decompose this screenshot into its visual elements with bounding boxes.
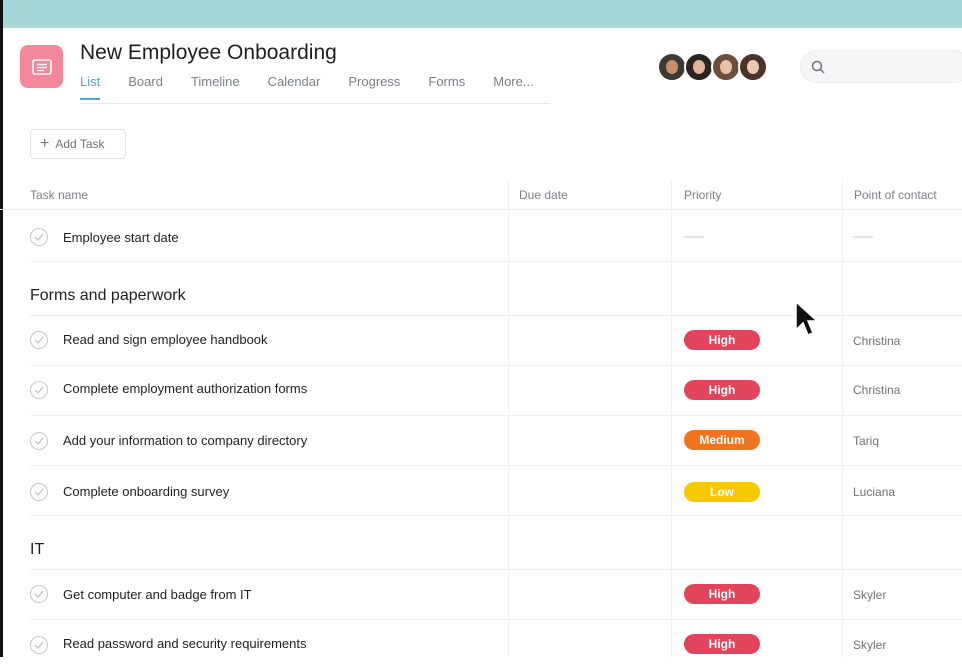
table-row[interactable]: Get computer and badge from IT High Skyl… (0, 570, 962, 620)
search-bar[interactable] (800, 50, 962, 83)
task-name[interactable]: Complete onboarding survey (63, 484, 229, 499)
task-name[interactable]: Get computer and badge from IT (63, 587, 252, 602)
top-banner (0, 0, 962, 28)
contact-name[interactable]: Skyler (853, 638, 886, 652)
contact-name[interactable]: Tariq (853, 434, 879, 448)
complete-checkbox[interactable] (30, 636, 48, 654)
table-row[interactable]: Complete onboarding survey Low Luciana (0, 466, 962, 516)
tab-progress[interactable]: Progress (348, 74, 400, 104)
member-avatars[interactable] (657, 52, 768, 82)
tabs-divider (80, 103, 550, 104)
avatar[interactable] (711, 52, 741, 82)
column-priority[interactable]: Priority (684, 188, 721, 202)
contact-name[interactable]: Christina (853, 383, 900, 397)
mouse-cursor-icon (795, 300, 819, 336)
table-row[interactable]: Read password and security requirements … (0, 620, 962, 670)
search-icon (811, 60, 825, 74)
section-title[interactable]: IT (30, 541, 44, 559)
complete-checkbox[interactable] (30, 331, 48, 349)
complete-checkbox[interactable] (30, 585, 48, 603)
table-row[interactable]: Complete employment authorization forms … (0, 366, 962, 416)
priority-tag-medium[interactable]: Medium (684, 430, 760, 450)
check-icon (34, 233, 44, 241)
section-title[interactable]: Forms and paperwork (30, 287, 186, 305)
avatar[interactable] (738, 52, 768, 82)
project-icon[interactable] (20, 45, 63, 88)
task-name[interactable]: Read and sign employee handbook (63, 332, 268, 347)
tab-forms[interactable]: Forms (428, 74, 465, 104)
complete-checkbox[interactable] (30, 483, 48, 501)
task-name[interactable]: Read password and security requirements (63, 636, 307, 651)
empty-contact (853, 236, 873, 238)
tab-more[interactable]: More... (493, 74, 533, 104)
empty-priority (684, 236, 704, 238)
check-icon (34, 488, 44, 496)
avatar[interactable] (657, 52, 687, 82)
complete-checkbox[interactable] (30, 228, 48, 246)
priority-tag-high[interactable]: High (684, 584, 760, 604)
tab-board[interactable]: Board (128, 74, 163, 104)
tab-timeline[interactable]: Timeline (191, 74, 240, 104)
priority-tag-low[interactable]: Low (684, 482, 760, 502)
row-divider (30, 261, 962, 262)
column-task-name[interactable]: Task name (30, 188, 88, 202)
row-divider (30, 515, 962, 516)
list-icon (31, 58, 52, 75)
task-name[interactable]: Add your information to company director… (63, 433, 307, 448)
contact-name[interactable]: Luciana (853, 485, 895, 499)
check-icon (34, 590, 44, 598)
table-row[interactable]: Employee start date (0, 212, 962, 262)
check-icon (34, 641, 44, 649)
check-icon (34, 437, 44, 445)
tab-list[interactable]: List (80, 74, 101, 104)
complete-checkbox[interactable] (30, 381, 48, 399)
check-icon (34, 386, 44, 394)
column-point-of-contact[interactable]: Point of contact (854, 188, 937, 202)
table-row[interactable]: Add your information to company director… (0, 416, 962, 466)
plus-icon: + (40, 135, 50, 152)
task-name[interactable]: Complete employment authorization forms (63, 381, 307, 396)
contact-name[interactable]: Skyler (853, 588, 886, 602)
search-input[interactable] (831, 58, 955, 75)
project-tabs: List Board Timeline Calendar Progress Fo… (80, 74, 562, 104)
priority-tag-high[interactable]: High (684, 634, 760, 654)
check-icon (34, 336, 44, 344)
add-task-label: Add Task (55, 137, 105, 151)
avatar[interactable] (684, 52, 714, 82)
contact-name[interactable]: Christina (853, 334, 900, 348)
page-title: New Employee Onboarding (80, 41, 337, 64)
complete-checkbox[interactable] (30, 432, 48, 450)
priority-tag-high[interactable]: High (684, 380, 760, 400)
column-headers: Task name Due date Priority Point of con… (0, 180, 962, 210)
add-task-button[interactable]: + Add Task (30, 129, 126, 159)
task-name[interactable]: Employee start date (63, 230, 179, 245)
priority-tag-high[interactable]: High (684, 330, 760, 350)
tab-calendar[interactable]: Calendar (268, 74, 321, 104)
header-divider (0, 209, 962, 210)
column-due-date[interactable]: Due date (519, 188, 568, 202)
